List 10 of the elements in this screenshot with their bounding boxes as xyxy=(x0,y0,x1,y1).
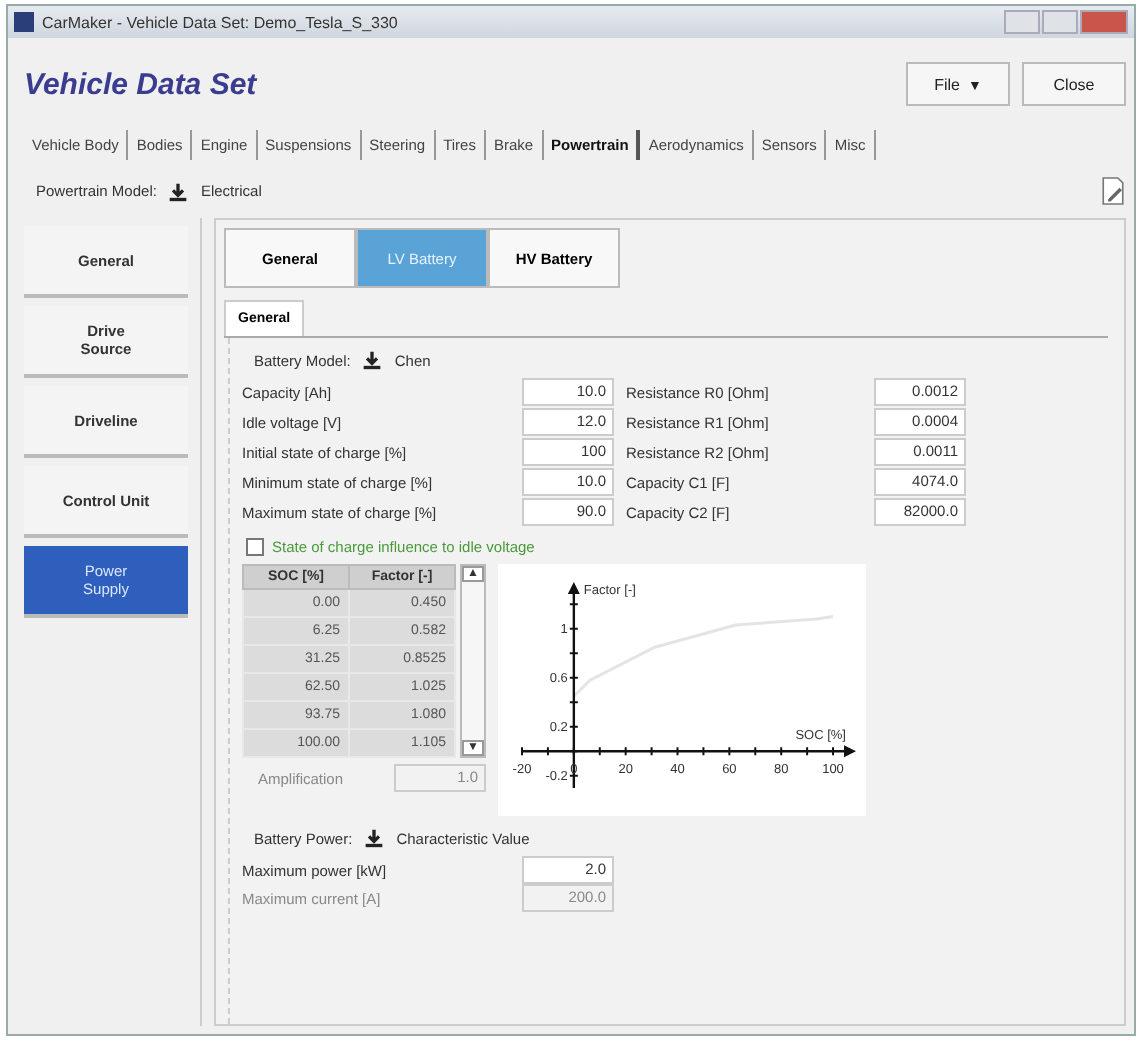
download-icon[interactable] xyxy=(364,828,385,848)
edit-icon[interactable] xyxy=(1100,176,1126,206)
download-icon[interactable] xyxy=(168,181,189,201)
close-button[interactable]: Close xyxy=(1022,62,1126,106)
checkbox[interactable] xyxy=(246,538,264,556)
window-controls-icon[interactable] xyxy=(1004,10,1128,34)
page-title: Vehicle Data Set xyxy=(24,67,257,101)
download-icon[interactable] xyxy=(362,350,383,370)
app-icon xyxy=(14,12,34,32)
window-title: CarMaker - Vehicle Data Set: Demo_Tesla_S_330 xyxy=(42,13,398,31)
